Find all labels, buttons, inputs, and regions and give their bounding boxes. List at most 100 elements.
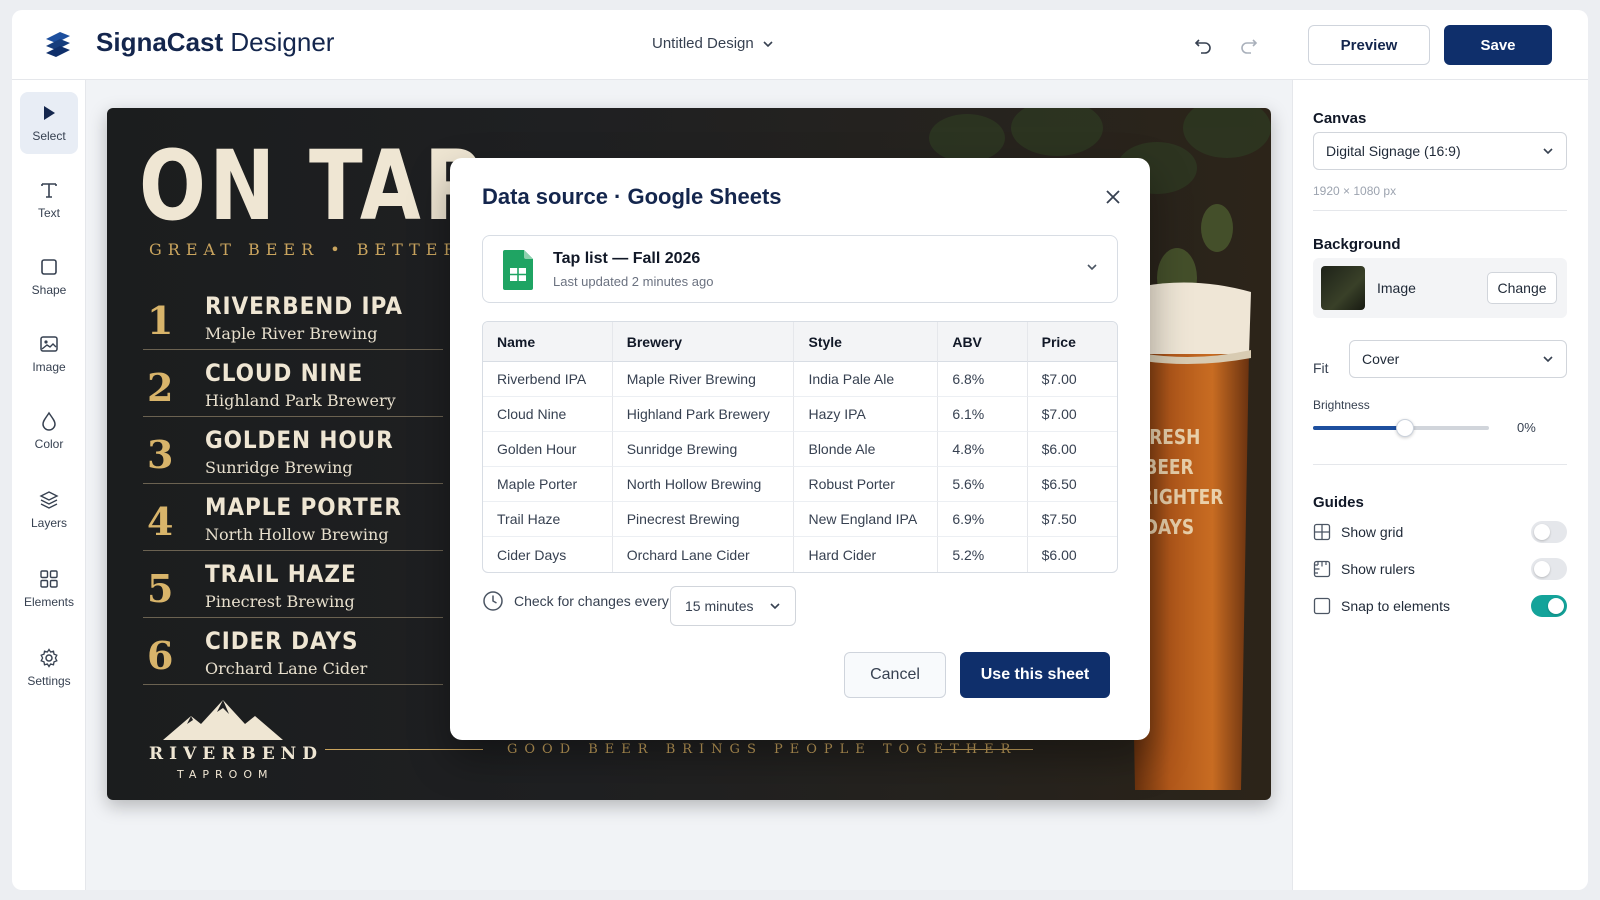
- background-image-box: Image Change: [1313, 258, 1567, 318]
- background-type: Image: [1377, 280, 1416, 296]
- signage-headline: ON TAP: [139, 130, 486, 242]
- document-title-menu[interactable]: Untitled Design: [652, 35, 774, 52]
- footer-divider: [941, 749, 1033, 750]
- table-cell: $7.50: [1027, 502, 1117, 537]
- properties-panel: Canvas Digital Signage (16:9) 1920 × 108…: [1292, 80, 1588, 890]
- refresh-interval-select[interactable]: 15 minutes: [670, 586, 796, 626]
- layers-icon: [39, 491, 59, 509]
- signage-tagline: GREAT BEER • BETTER: [149, 240, 462, 259]
- close-dialog-button[interactable]: [1098, 182, 1128, 212]
- background-heading: Background: [1313, 236, 1401, 253]
- table-cell: Golden Hour: [483, 432, 613, 467]
- tool-shape[interactable]: Shape: [20, 246, 78, 308]
- beer-number: 5: [147, 566, 174, 611]
- divider: [1313, 464, 1567, 465]
- background-thumbnail: [1321, 266, 1365, 310]
- close-icon: [1106, 190, 1120, 204]
- table-row: Golden Hour Sunridge Brewing Blonde Ale 4.8…: [483, 432, 1117, 467]
- beer-name: MAPLE PORTER: [205, 493, 402, 521]
- use-sheet-button[interactable]: Use this sheet: [960, 652, 1110, 698]
- table-cell: 6.8%: [938, 362, 1028, 397]
- dialog-title: Data source · Google Sheets: [482, 184, 782, 209]
- tool-settings[interactable]: Settings: [20, 637, 78, 699]
- brightness-label: Brightness: [1313, 398, 1370, 412]
- table-cell: Trail Haze: [483, 502, 613, 537]
- show-rulers-toggle[interactable]: [1531, 558, 1567, 580]
- undo-icon: [1194, 39, 1211, 54]
- tool-elements[interactable]: Elements: [20, 558, 78, 620]
- canvas-heading: Canvas: [1313, 110, 1367, 127]
- guide-show-grid: Show grid: [1313, 520, 1567, 544]
- tool-select[interactable]: Select: [20, 92, 78, 154]
- beer-name: GOLDEN HOUR: [205, 426, 394, 454]
- table-cell: Maple Porter: [483, 467, 613, 502]
- table-cell: $7.00: [1027, 362, 1117, 397]
- guide-label: Snap to elements: [1341, 598, 1450, 614]
- column-header: Price: [1027, 322, 1117, 362]
- fit-select[interactable]: Cover: [1349, 340, 1567, 378]
- table-cell: $6.50: [1027, 467, 1117, 502]
- signage-logo-sub: TAPROOM: [177, 768, 274, 781]
- canvas-preset-select[interactable]: Digital Signage (16:9): [1313, 132, 1567, 170]
- tool-image[interactable]: Image: [20, 323, 78, 385]
- sheet-select[interactable]: Tap list — Fall 2026 Last updated 2 minu…: [482, 235, 1118, 303]
- snap-to-elements-toggle[interactable]: [1531, 595, 1567, 617]
- divider: [1313, 210, 1567, 211]
- table-cell: Robust Porter: [794, 467, 939, 502]
- table-cell: 6.9%: [938, 502, 1028, 537]
- guide-label: Show rulers: [1341, 561, 1415, 577]
- footer-divider: [325, 749, 483, 750]
- cancel-button[interactable]: Cancel: [844, 652, 946, 698]
- table-cell: Riverbend IPA: [483, 362, 613, 397]
- beer-brewery: Pinecrest Brewing: [205, 592, 355, 611]
- fit-value: Cover: [1362, 351, 1400, 367]
- guide-snap-to-elements: Snap to elements: [1313, 594, 1567, 618]
- sheet-name: Tap list — Fall 2026: [553, 250, 701, 267]
- table-cell: India Pale Ale: [794, 362, 939, 397]
- table-row: Maple Porter North Hollow Brewing Robust P…: [483, 467, 1117, 502]
- table-cell: $6.00: [1041, 546, 1077, 563]
- guide-show-rulers: Show rulers: [1313, 557, 1567, 581]
- tool-label: Shape: [31, 283, 67, 297]
- show-grid-toggle[interactable]: [1531, 521, 1567, 543]
- guides-heading: Guides: [1313, 494, 1364, 511]
- beer-name: TRAIL HAZE: [205, 560, 357, 588]
- brand-logo-icon: [46, 32, 70, 57]
- brightness-slider[interactable]: [1313, 419, 1489, 437]
- beer-name: RIVERBEND IPA: [205, 292, 403, 320]
- tool-label: Settings: [27, 674, 71, 688]
- brightness-slider-handle[interactable]: [1395, 419, 1414, 437]
- save-button[interactable]: Save: [1444, 25, 1552, 65]
- left-toolbar: Select Text Shape Image Color Layers Ele…: [12, 80, 86, 890]
- beer-row: 5 TRAIL HAZE Pinecrest Brewing: [143, 552, 443, 618]
- table-row: Cloud Nine Highland Park Brewery Hazy IPA 6…: [483, 397, 1117, 432]
- beer-number: 4: [147, 499, 174, 544]
- app-brand: SignaCast Designer: [96, 27, 335, 57]
- tool-text[interactable]: Text: [20, 169, 78, 231]
- column-header: Brewery: [612, 322, 795, 362]
- column-header: ABV: [938, 322, 1028, 362]
- tool-color[interactable]: Color: [20, 400, 78, 462]
- beer-row: 1 RIVERBEND IPA Maple River Brewing: [143, 284, 443, 350]
- canvas-size: 1920 × 1080 px: [1313, 184, 1397, 198]
- gear-icon: [40, 648, 58, 668]
- beer-number: 2: [147, 365, 174, 410]
- table-row: Cider Days Orchard Lane Cider Hard Cider 5.…: [483, 537, 1117, 572]
- refresh-interval-row: Check for changes every: [482, 590, 669, 612]
- table-cell: 4.8%: [938, 432, 1028, 467]
- table-cell: 5.6%: [938, 467, 1028, 502]
- fit-label: Fit: [1313, 360, 1329, 376]
- brightness-slider-fill: [1313, 426, 1405, 430]
- redo-button[interactable]: [1236, 32, 1262, 58]
- tool-layers[interactable]: Layers: [20, 479, 78, 541]
- undo-button[interactable]: [1190, 32, 1216, 58]
- image-icon: [40, 336, 58, 352]
- sheet-updated: Last updated 2 minutes ago: [553, 274, 714, 289]
- canvas-preset-value: Digital Signage (16:9): [1326, 143, 1461, 159]
- table-cell: Maple River Brewing: [612, 362, 795, 397]
- preview-button[interactable]: Preview: [1308, 25, 1430, 65]
- tool-label: Select: [32, 129, 66, 143]
- change-background-button[interactable]: Change: [1487, 272, 1557, 304]
- beer-name: CLOUD NINE: [205, 359, 364, 387]
- tool-label: Layers: [30, 516, 68, 530]
